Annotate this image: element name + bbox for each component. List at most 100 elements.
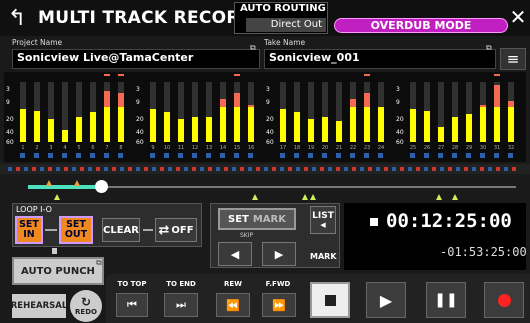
rec-ready-indicator[interactable] <box>364 153 369 158</box>
rec-ready-indicator[interactable] <box>480 153 485 158</box>
position-cell <box>272 167 276 171</box>
take-name-field[interactable]: Sonicview_001 <box>264 49 496 69</box>
position-cell <box>120 167 124 171</box>
edit-icon[interactable]: ⧉ <box>250 43 256 53</box>
track-number: 6 <box>91 145 95 151</box>
rec-ready-indicator[interactable] <box>350 153 355 158</box>
overdub-mode-button[interactable]: OVERDUB MODE <box>334 18 508 33</box>
skip-forward-button[interactable]: ▶ <box>262 242 296 266</box>
rec-ready-indicator[interactable] <box>62 153 67 158</box>
track-meter <box>452 82 458 142</box>
to-top-button[interactable]: ⏮ <box>116 293 148 317</box>
mark-indicator <box>252 194 258 200</box>
position-cell <box>280 167 284 171</box>
project-name-field[interactable]: Sonicview Live@TamaCenter <box>12 49 260 69</box>
rec-ready-indicator[interactable] <box>220 153 225 158</box>
punch-connector <box>52 248 57 254</box>
rec-ready-indicator[interactable] <box>192 153 197 158</box>
rec-ready-indicator[interactable] <box>378 153 383 158</box>
rec-ready-indicator[interactable] <box>118 153 123 158</box>
rec-ready-indicator[interactable] <box>76 153 81 158</box>
position-cell <box>288 167 292 171</box>
meter-fill <box>364 107 370 142</box>
to-end-button[interactable]: ⏭ <box>164 293 198 317</box>
list-button[interactable]: LIST ◀ <box>310 206 336 234</box>
rec-ready-indicator[interactable] <box>494 153 499 158</box>
meter-fill <box>350 107 356 142</box>
rec-ready-indicator[interactable] <box>104 153 109 158</box>
rec-ready-indicator[interactable] <box>438 153 443 158</box>
track-number: 4 <box>63 145 67 151</box>
rec-ready-indicator[interactable] <box>424 153 429 158</box>
auto-punch-button[interactable]: AUTO PUNCH <box>12 257 104 285</box>
position-cell <box>320 167 324 171</box>
rec-ready-indicator[interactable] <box>20 153 25 158</box>
rewind-button[interactable]: ⏪ <box>216 293 250 317</box>
rec-ready-indicator[interactable] <box>178 153 183 158</box>
track-number: 5 <box>77 145 81 151</box>
position-cell <box>144 167 148 171</box>
track-number: 16 <box>247 145 255 151</box>
rec-ready-indicator[interactable] <box>150 153 155 158</box>
rec-ready-indicator[interactable] <box>206 153 211 158</box>
track-meter <box>364 82 370 142</box>
back-arrow-icon[interactable]: ↰ <box>2 3 32 33</box>
rec-ready-indicator[interactable] <box>294 153 299 158</box>
track-number: 14 <box>219 145 227 151</box>
meter-over <box>480 105 486 107</box>
ffwd-label: F.FWD <box>265 280 291 288</box>
rehearsal-button[interactable]: REHEARSAL <box>11 294 67 318</box>
rec-ready-indicator[interactable] <box>452 153 457 158</box>
edit-icon[interactable]: ⧉ <box>486 43 492 53</box>
redo-button[interactable]: ↻ REDO <box>70 290 102 322</box>
stop-button[interactable] <box>310 282 350 318</box>
rec-ready-indicator[interactable] <box>466 153 471 158</box>
position-cell <box>488 167 492 171</box>
fast-forward-button[interactable]: ⏩ <box>262 293 296 317</box>
close-icon[interactable]: ✕ <box>506 2 530 32</box>
rec-ready-indicator[interactable] <box>234 153 239 158</box>
position-cell <box>224 167 228 171</box>
loop-off-button[interactable]: ⇄ OFF <box>155 218 197 242</box>
track-number: 23 <box>363 145 371 151</box>
auto-routing-value: Direct Out <box>246 18 326 32</box>
position-cell <box>32 167 36 171</box>
meter-over <box>364 93 370 107</box>
rec-ready-indicator[interactable] <box>248 153 253 158</box>
set-out-button[interactable]: SET OUT <box>59 216 93 244</box>
rec-ready-indicator[interactable] <box>90 153 95 158</box>
clear-button[interactable]: CLEAR <box>102 218 140 242</box>
track-meter <box>424 82 430 142</box>
track-meter <box>150 82 156 142</box>
rec-ready-indicator[interactable] <box>34 153 39 158</box>
track-number: 30 <box>479 145 487 151</box>
rec-ready-indicator[interactable] <box>336 153 341 158</box>
meter-over <box>350 99 356 107</box>
position-cell <box>16 167 20 171</box>
meter-over <box>508 101 514 107</box>
rec-ready-indicator[interactable] <box>164 153 169 158</box>
meter-fill <box>494 107 500 142</box>
position-slider-knob[interactable] <box>95 180 108 193</box>
rec-ready-indicator[interactable] <box>280 153 285 158</box>
set-mark-button[interactable]: SET MARK <box>218 208 296 230</box>
position-cell <box>408 167 412 171</box>
meter-fill <box>192 117 198 142</box>
rec-ready-indicator[interactable] <box>508 153 513 158</box>
menu-icon[interactable]: ≡ <box>500 48 526 70</box>
track-number: 18 <box>293 145 301 151</box>
meter-scale-label: 40 <box>266 129 274 136</box>
rec-ready-indicator[interactable] <box>322 153 327 158</box>
rec-ready-indicator[interactable] <box>48 153 53 158</box>
play-button[interactable]: ▶ <box>366 282 406 318</box>
skip-back-button[interactable]: ◀ <box>218 242 252 266</box>
rec-ready-indicator[interactable] <box>410 153 415 158</box>
set-in-button[interactable]: SET IN <box>15 216 43 244</box>
position-cell <box>432 167 436 171</box>
record-button[interactable] <box>484 282 524 318</box>
rec-ready-indicator[interactable] <box>308 153 313 158</box>
position-cell <box>448 167 452 171</box>
meter-fill <box>508 107 514 142</box>
pause-button[interactable]: ❚❚ <box>426 282 466 318</box>
track-meter <box>118 82 124 142</box>
